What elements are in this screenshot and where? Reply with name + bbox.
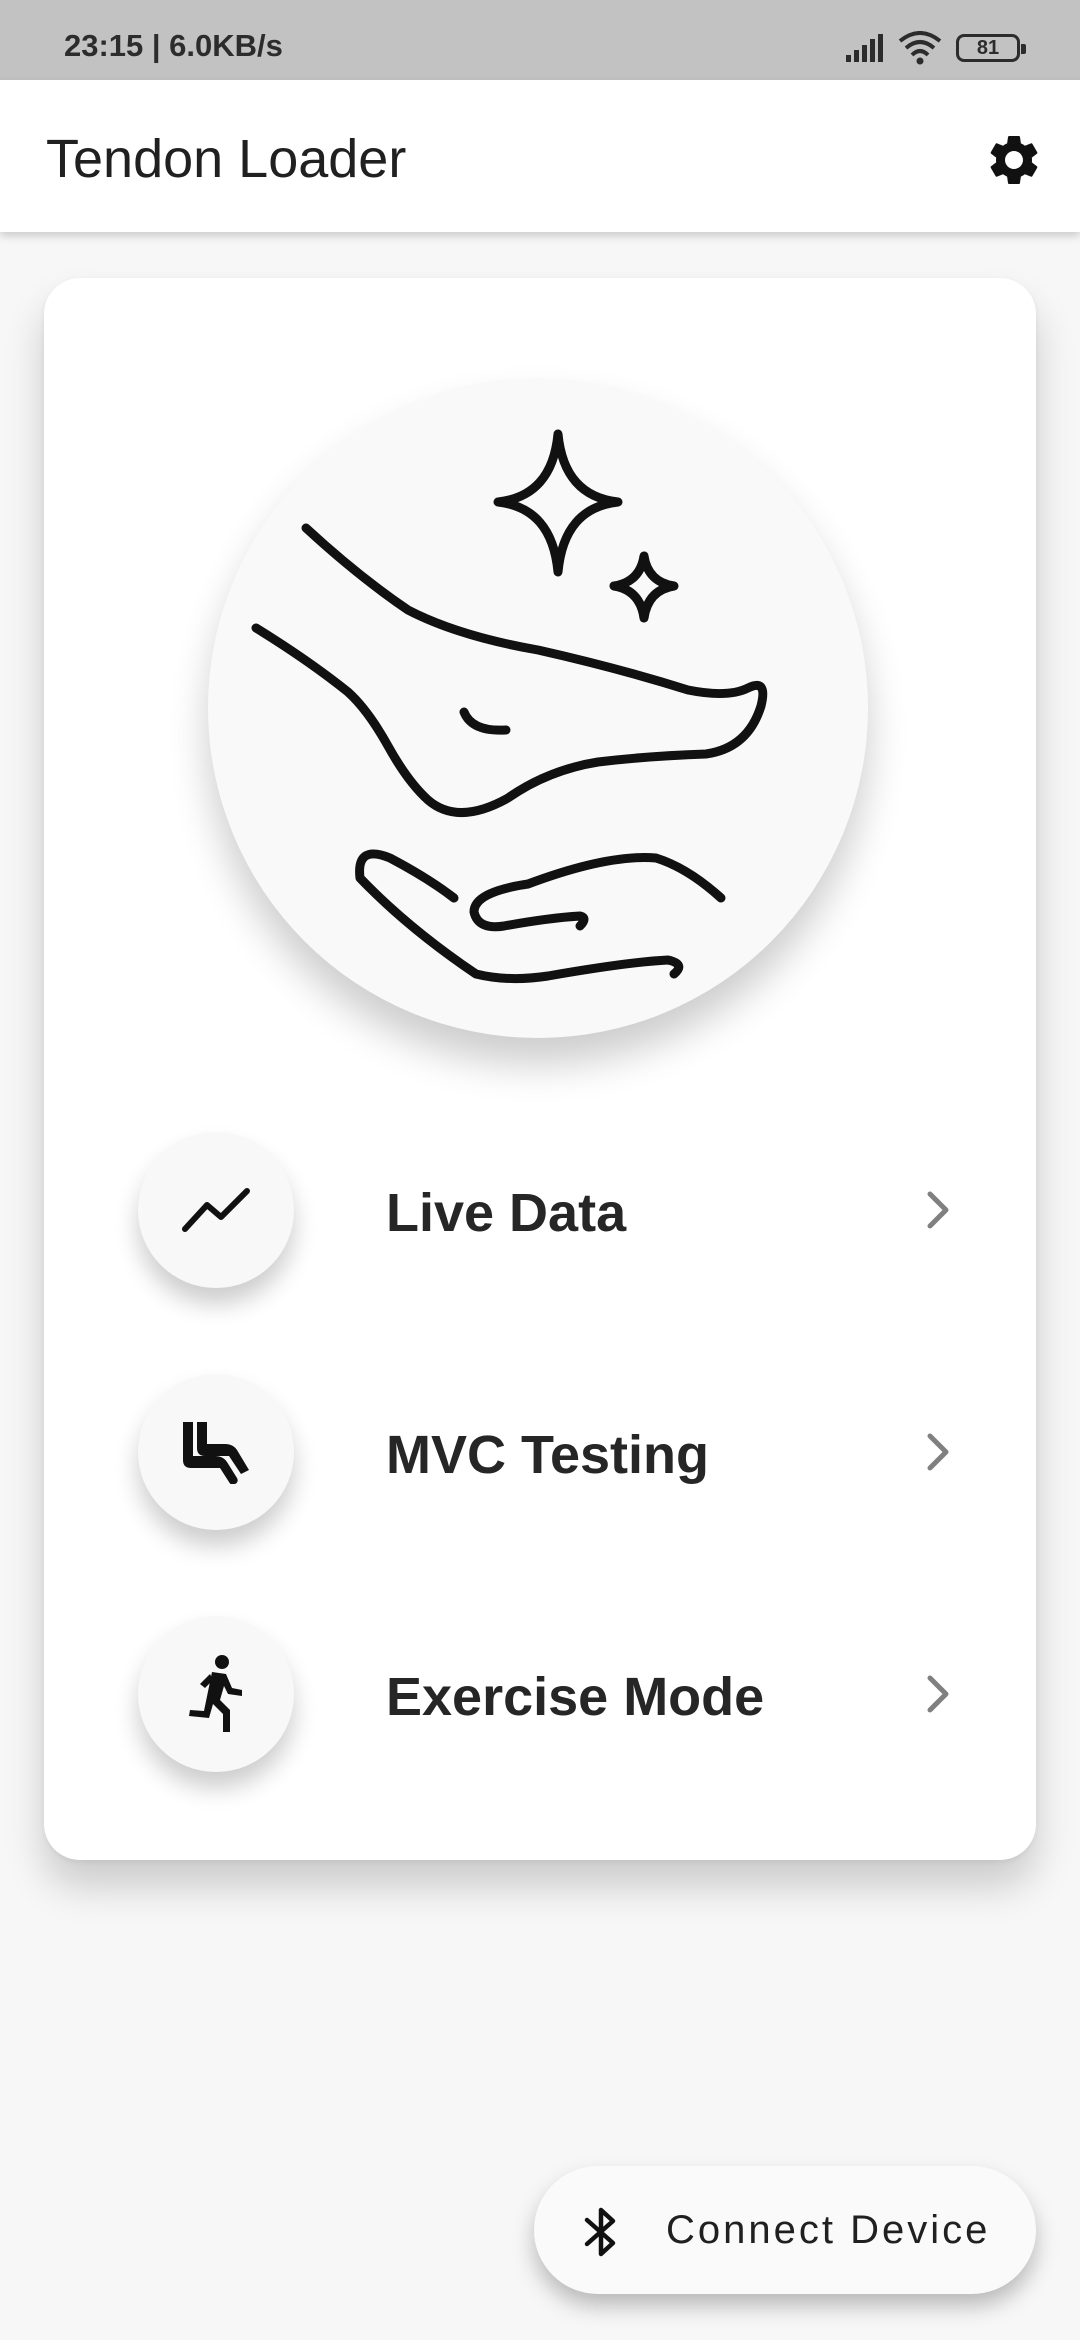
gear-icon — [990, 135, 1038, 184]
wifi-icon — [898, 31, 942, 65]
trending-line-icon — [182, 1188, 250, 1232]
hero-illustration — [208, 378, 868, 1038]
settings-button[interactable] — [978, 124, 1050, 196]
menu-item-live-data[interactable]: Live Data — [138, 1132, 978, 1288]
menu-item-mvc-testing[interactable]: MVC Testing — [138, 1374, 978, 1530]
menu-item-exercise-mode[interactable]: Exercise Mode — [138, 1616, 978, 1772]
menu-icon-circle — [138, 1374, 294, 1530]
home-card: Live Data MVC Testing Exercise Mode — [44, 278, 1036, 1860]
running-person-icon — [189, 1655, 242, 1732]
menu-label: MVC Testing — [386, 1425, 709, 1485]
menu-icon-circle — [138, 1132, 294, 1288]
status-icons: 81 — [844, 28, 1026, 68]
signal-icon — [846, 34, 883, 62]
connect-device-button[interactable]: Connect Device — [534, 2166, 1036, 2294]
bluetooth-icon — [584, 2207, 616, 2257]
app-bar: Tendon Loader — [0, 80, 1080, 232]
seat-leg-icon — [183, 1422, 249, 1484]
menu-label: Live Data — [386, 1183, 627, 1243]
chevron-right-icon — [927, 1433, 949, 1471]
connect-device-label: Connect Device — [666, 2208, 991, 2252]
chevron-right-icon — [927, 1675, 949, 1713]
status-bar: 23:15 | 6.0KB/s 81 — [0, 0, 1080, 80]
status-time-speed: 23:15 | 6.0KB/s — [64, 28, 283, 63]
battery-icon: 81 — [956, 34, 1026, 62]
menu-icon-circle — [138, 1616, 294, 1772]
foot-hand-sparkle-icon — [251, 429, 768, 984]
chevron-right-icon — [927, 1191, 949, 1229]
menu-label: Exercise Mode — [386, 1667, 765, 1727]
app-title: Tendon Loader — [46, 129, 407, 189]
